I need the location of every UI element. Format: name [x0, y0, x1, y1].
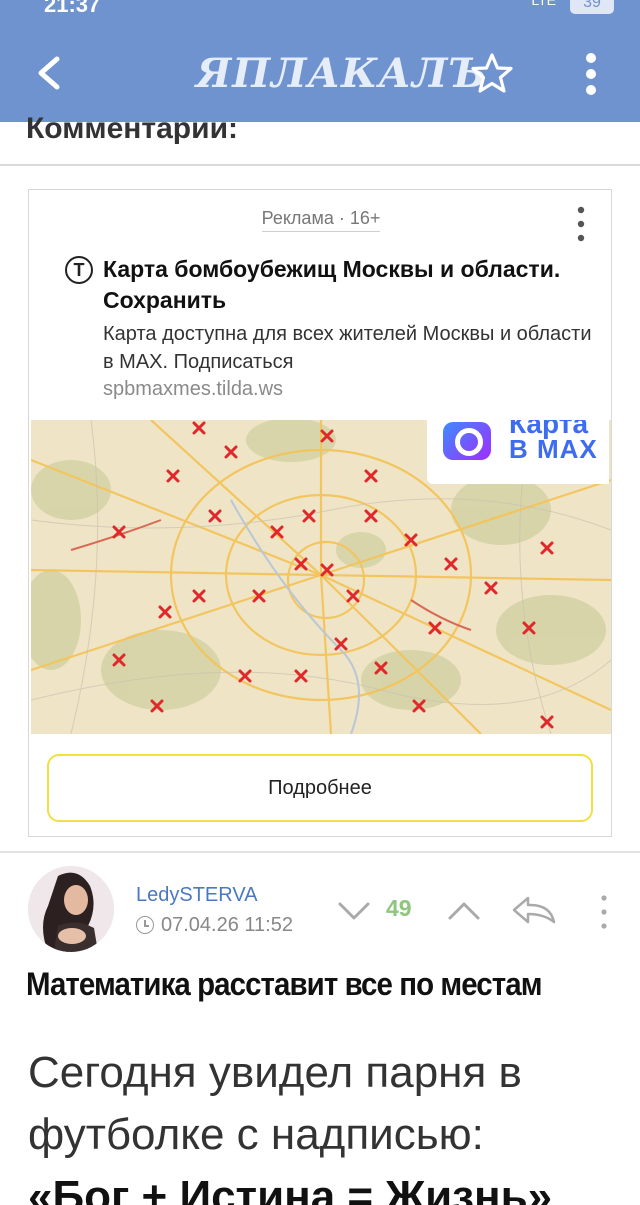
status-time: 21:37 — [44, 0, 101, 17]
reply-icon[interactable] — [510, 892, 558, 928]
shelter-marker-icon — [540, 715, 554, 729]
ad-more-icon[interactable] — [571, 204, 591, 244]
avatar[interactable] — [28, 866, 114, 952]
shelter-marker-icon — [346, 589, 360, 603]
comments-section-title: Комментарии: — [26, 112, 239, 145]
back-button[interactable] — [26, 50, 72, 96]
ad-more-button[interactable]: Подробнее — [47, 754, 593, 822]
comment-timestamp: 07.04.26 11:52 — [161, 914, 293, 936]
avatar-image — [28, 866, 114, 952]
shelter-marker-icon — [540, 541, 554, 555]
post-line-1: Сегодня увидел парня в — [28, 1048, 522, 1097]
brand-badge: Карта B MAX — [427, 420, 609, 484]
shelter-marker-icon — [208, 509, 222, 523]
shelter-marker-icon — [334, 637, 348, 651]
post-line-2: футболке с надписью: — [28, 1110, 484, 1159]
post-body: Сегодня увидел парня в футболке с надпис… — [28, 1042, 628, 1205]
star-icon[interactable] — [470, 52, 514, 96]
battery-indicator: 39 — [570, 0, 614, 14]
shelter-marker-icon — [192, 421, 206, 435]
shelter-marker-icon — [364, 469, 378, 483]
ad-description: Карта доступна для всех жителей Москвы и… — [103, 323, 592, 373]
brand-line2: B MAX — [509, 434, 598, 464]
vote-up-icon[interactable] — [444, 896, 484, 926]
ad-map-image[interactable]: Карта B MAX — [31, 420, 611, 734]
shelter-marker-icon — [484, 581, 498, 595]
ad-label: Реклама · 16+ — [261, 208, 381, 232]
shelter-marker-icon — [444, 557, 458, 571]
shelter-marker-icon — [364, 509, 378, 523]
shelter-marker-icon — [166, 469, 180, 483]
clock-icon — [136, 916, 154, 934]
comment-username[interactable]: LedySTERVA — [136, 884, 258, 907]
vote-down-icon[interactable] — [334, 896, 374, 926]
shelter-marker-icon — [192, 589, 206, 603]
status-bar: 21:37 LTE 39 — [0, 0, 640, 22]
shelter-marker-icon — [428, 621, 442, 635]
status-icons: LTE 39 — [531, 0, 614, 14]
post-line-3: «Бог + Истина = Жизнь» — [28, 1172, 553, 1205]
ad-title[interactable]: Карта бомбоубежищ Москвы и области. Сохр… — [103, 254, 573, 316]
max-logo-icon — [443, 422, 491, 460]
ad-domain[interactable]: spbmaxmes.tilda.ws — [103, 378, 283, 401]
divider — [0, 851, 640, 853]
comment-more-icon[interactable] — [592, 890, 616, 934]
comment-score: 49 — [386, 895, 412, 921]
more-vertical-icon[interactable] — [574, 50, 608, 98]
post-heading: Математика расставит все по местам — [26, 966, 542, 1002]
site-logo[interactable]: ЯПЛАКАЛЪ — [196, 46, 487, 102]
network-label: LTE — [531, 0, 556, 8]
advertiser-logo-icon: T — [65, 256, 93, 284]
top-app-bar: 21:37 LTE 39 ЯПЛАКАЛЪ — [0, 0, 640, 122]
chevron-left-icon — [38, 56, 60, 90]
shelter-marker-icon — [302, 509, 316, 523]
ad-card[interactable]: Реклама · 16+ T Карта бомбоубежищ Москвы… — [28, 189, 612, 837]
shelter-marker-icon — [158, 605, 172, 619]
divider — [0, 164, 640, 166]
shelter-marker-icon — [224, 445, 238, 459]
